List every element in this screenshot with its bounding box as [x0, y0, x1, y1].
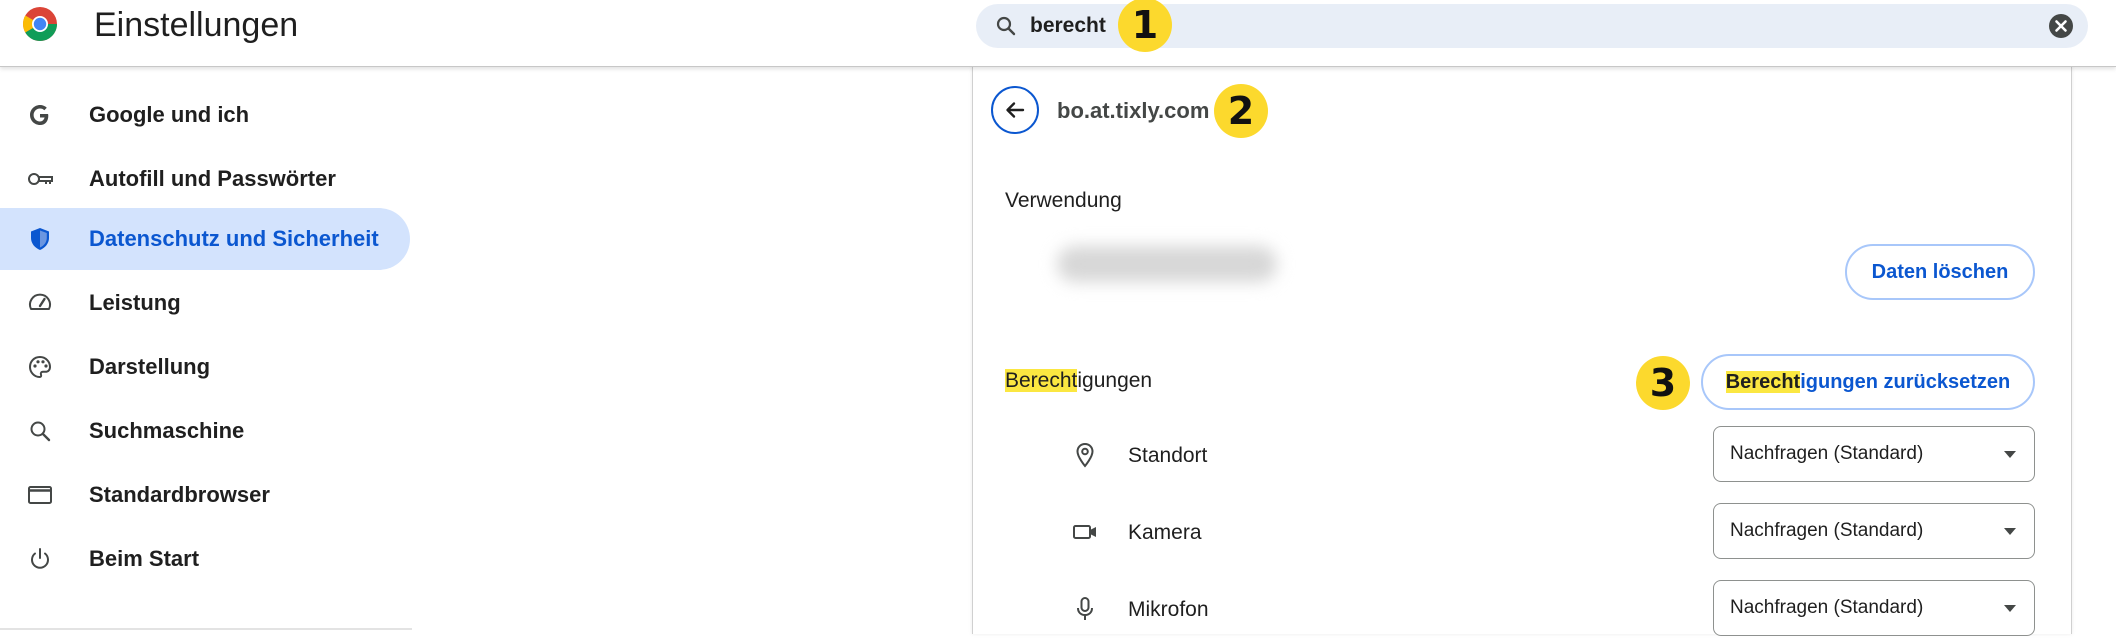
- sidebar-item-label: Autofill und Passwörter: [89, 166, 336, 191]
- site-origin-title: bo.at.tixly.com: [1057, 98, 1210, 123]
- sidebar-item-autofill[interactable]: Autofill und Passwörter: [0, 148, 410, 210]
- chevron-down-icon: [2004, 605, 2016, 612]
- annotation-badge-2: 2: [1214, 84, 1268, 138]
- permission-row-location: Standort Nachfragen (Standard): [973, 426, 2071, 486]
- location-pin-icon: [1076, 442, 1094, 468]
- sidebar-item-appearance[interactable]: Darstellung: [0, 336, 410, 398]
- speedometer-icon: [29, 293, 51, 310]
- sidebar-item-label: Darstellung: [89, 354, 211, 379]
- sidebar-item-label: Google und ich: [89, 102, 250, 127]
- back-button[interactable]: [991, 86, 1039, 134]
- permission-label: Kamera: [1128, 521, 1202, 544]
- camera-icon: [1073, 525, 1096, 539]
- search-icon: [30, 421, 51, 442]
- key-icon: [28, 173, 53, 185]
- clear-icon[interactable]: [2048, 13, 2074, 39]
- permission-label: Mikrofon: [1128, 598, 1209, 621]
- permissions-heading-rest: igungen: [1077, 369, 1153, 392]
- sidebar-item-search-engine[interactable]: Suchmaschine: [0, 400, 410, 462]
- select-value: Nachfragen (Standard): [1730, 443, 1924, 464]
- sidebar-item-label: Leistung: [89, 290, 181, 315]
- sidebar-item-label: Suchmaschine: [89, 418, 245, 443]
- usage-heading: Verwendung: [1005, 189, 1122, 212]
- google-g-icon: [30, 105, 49, 125]
- search-match-highlight: Berecht: [1725, 371, 1801, 393]
- reset-permissions-label: igungen zurücksetzen: [1800, 371, 2011, 393]
- permissions-heading: Berechtigungen: [1005, 368, 1152, 394]
- select-value: Nachfragen (Standard): [1730, 597, 1924, 618]
- palette-icon: [28, 355, 52, 379]
- permission-label: Standort: [1128, 444, 1208, 467]
- chevron-down-icon: [2004, 528, 2016, 535]
- location-permission-select[interactable]: Nachfragen (Standard): [1713, 426, 2035, 482]
- select-value: Nachfragen (Standard): [1730, 520, 1924, 541]
- sidebar-item-label: Datenschutz und Sicherheit: [89, 226, 379, 251]
- chevron-down-icon: [2004, 451, 2016, 458]
- settings-header: Einstellungen berecht: [0, 0, 2116, 67]
- site-details-card: bo.at.tixly.com Verwendung Daten löschen…: [972, 66, 2072, 636]
- annotation-badge-1: 1: [1118, 0, 1172, 52]
- power-icon: [31, 548, 49, 569]
- permission-row-camera: Kamera Nachfragen (Standard): [973, 503, 2071, 563]
- camera-permission-select[interactable]: Nachfragen (Standard): [1713, 503, 2035, 559]
- sidebar-item-label: Beim Start: [89, 546, 200, 571]
- shield-icon: [31, 228, 49, 250]
- usage-value-redacted: [1057, 246, 1277, 282]
- browser-window-icon: [28, 486, 52, 504]
- sidebar-item-privacy[interactable]: Datenschutz und Sicherheit: [0, 208, 410, 270]
- sidebar-item-on-startup[interactable]: Beim Start: [0, 528, 410, 590]
- sidebar-item-label: Standardbrowser: [89, 482, 270, 507]
- chrome-logo-icon: [23, 7, 57, 41]
- search-match-highlight: Berecht: [1005, 369, 1078, 392]
- microphone-icon: [1077, 597, 1093, 620]
- clear-data-button[interactable]: Daten löschen: [1845, 244, 2035, 300]
- page-title: Einstellungen: [94, 6, 299, 44]
- settings-sidebar: Google und ich Autofill und Passwörter D…: [0, 66, 412, 634]
- sidebar-item-google[interactable]: Google und ich: [0, 84, 410, 146]
- search-icon: [996, 16, 1016, 36]
- sidebar-item-performance[interactable]: Leistung: [0, 272, 410, 334]
- permission-row-microphone: Mikrofon Nachfragen (Standard): [973, 580, 2071, 640]
- annotation-badge-3: 3: [1636, 356, 1690, 410]
- sidebar-item-default-browser[interactable]: Standardbrowser: [0, 464, 410, 526]
- sidebar-divider: [0, 628, 412, 630]
- microphone-permission-select[interactable]: Nachfragen (Standard): [1713, 580, 2035, 636]
- reset-permissions-button[interactable]: Berechtigungen zurücksetzen: [1701, 354, 2035, 410]
- search-input[interactable]: berecht: [1030, 14, 1106, 38]
- back-arrow-icon: [1006, 102, 1025, 118]
